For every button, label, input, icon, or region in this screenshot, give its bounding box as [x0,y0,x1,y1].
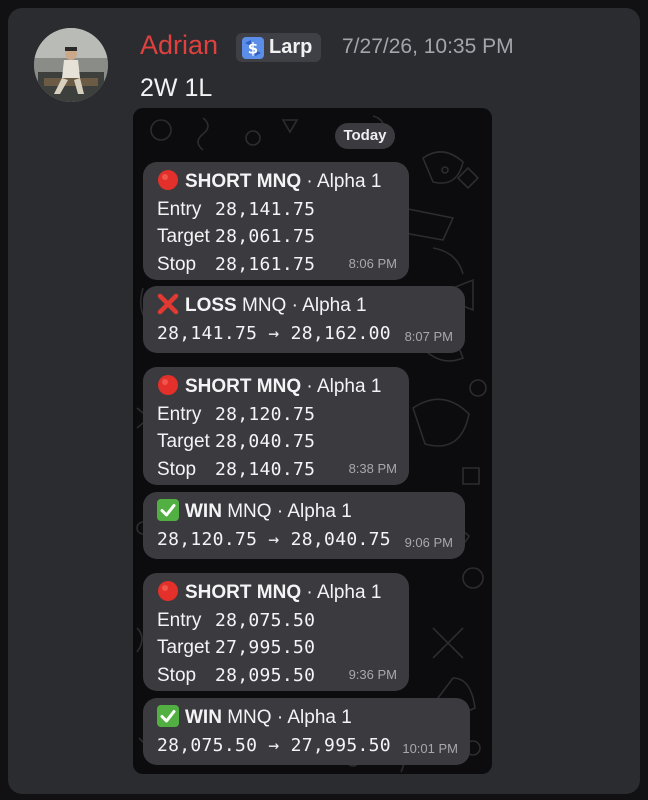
signal-message-win[interactable]: WIN MNQ · Alpha 1 28,075.50 → 27,995.50 … [143,698,470,765]
signal-message-short[interactable]: SHORT MNQ · Alpha 1 Entry 28,075.50 Targe… [143,573,409,691]
date-chip: Today [335,123,395,149]
green-check-icon [157,499,179,521]
signal-direction: SHORT MNQ [185,171,302,192]
stop-value: 28,095.50 [215,664,316,686]
target-line: Target 27,995.50 [157,634,399,662]
svg-text:$: $ [248,39,258,57]
message-timestamp: 7/27/26, 10:35 PM [342,35,514,58]
signal-direction: SHORT MNQ [185,376,302,397]
target-label: Target [157,637,210,658]
signal-strategy: · Alpha 1 [301,582,382,603]
signal-strategy: MNQ · Alpha 1 [221,707,352,728]
result-range: 28,120.75 → 28,040.75 [157,528,391,550]
message-time: 9:06 PM [404,535,453,550]
red-circle-icon [158,581,178,601]
entry-value: 28,120.75 [215,403,316,425]
signal-result: LOSS [185,295,237,316]
stop-label: Stop [157,664,197,686]
stop-label: Stop [157,253,197,275]
target-label: Target [157,226,210,247]
signal-header: SHORT MNQ · Alpha 1 [157,168,399,196]
signal-header: WIN MNQ · Alpha 1 [157,704,460,732]
message-text: 2W 1L [140,74,213,102]
signal-strategy: · Alpha 1 [301,171,382,192]
target-value: 28,061.75 [215,226,316,247]
message-time: 10:01 PM [402,741,458,756]
signal-header: WIN MNQ · Alpha 1 [157,498,455,526]
dollar-badge-icon: $ [242,36,264,59]
username[interactable]: Adrian [140,30,218,61]
message-time: 8:07 PM [404,329,453,344]
signal-result: WIN [185,707,222,728]
entry-line: Entry 28,141.75 [157,196,399,224]
red-cross-icon [157,293,179,315]
red-circle-icon [158,375,178,395]
stop-value: 28,140.75 [215,458,316,480]
signal-strategy: MNQ · Alpha 1 [236,295,367,316]
signal-message-short[interactable]: SHORT MNQ · Alpha 1 Entry 28,141.75 Targe… [143,162,409,280]
result-range: 28,075.50 → 27,995.50 [157,734,391,756]
entry-line: Entry 28,075.50 [157,607,399,635]
target-value: 27,995.50 [215,637,316,658]
signal-header: SHORT MNQ · Alpha 1 [157,579,399,607]
red-circle-icon [158,170,178,190]
badge-label: Larp [269,36,313,58]
entry-value: 28,141.75 [215,198,316,220]
message-time: 9:36 PM [348,667,397,682]
signal-message-win[interactable]: WIN MNQ · Alpha 1 28,120.75 → 28,040.75 … [143,492,465,559]
signal-result: WIN [185,501,222,522]
user-photo-icon [34,28,108,102]
signal-header: LOSS MNQ · Alpha 1 [157,292,455,320]
signal-header: SHORT MNQ · Alpha 1 [157,373,399,401]
signal-message-loss[interactable]: LOSS MNQ · Alpha 1 28,141.75 → 28,162.00… [143,286,465,353]
message-time: 8:38 PM [348,461,397,476]
screenshot-attachment[interactable]: Today SHORT MNQ · Alpha 1 Entry 28,141.75… [133,108,492,774]
stop-label: Stop [157,458,197,480]
signal-direction: SHORT MNQ [185,582,302,603]
message-time: 8:06 PM [348,256,397,271]
avatar[interactable] [34,28,108,102]
entry-label: Entry [157,609,202,631]
entry-line: Entry 28,120.75 [157,401,399,429]
target-line: Target 28,040.75 [157,428,399,456]
signal-strategy: MNQ · Alpha 1 [221,501,352,522]
target-value: 28,040.75 [215,431,316,452]
green-check-icon [157,705,179,727]
signal-strategy: · Alpha 1 [301,376,382,397]
signal-message-short[interactable]: SHORT MNQ · Alpha 1 Entry 28,120.75 Targe… [143,367,409,485]
entry-label: Entry [157,403,202,425]
result-range: 28,141.75 → 28,162.00 [157,322,391,344]
entry-value: 28,075.50 [215,609,316,631]
role-badge[interactable]: $ Larp [236,33,322,62]
target-line: Target 28,061.75 [157,223,399,251]
target-label: Target [157,431,210,452]
stop-value: 28,161.75 [215,253,316,275]
entry-label: Entry [157,198,202,220]
